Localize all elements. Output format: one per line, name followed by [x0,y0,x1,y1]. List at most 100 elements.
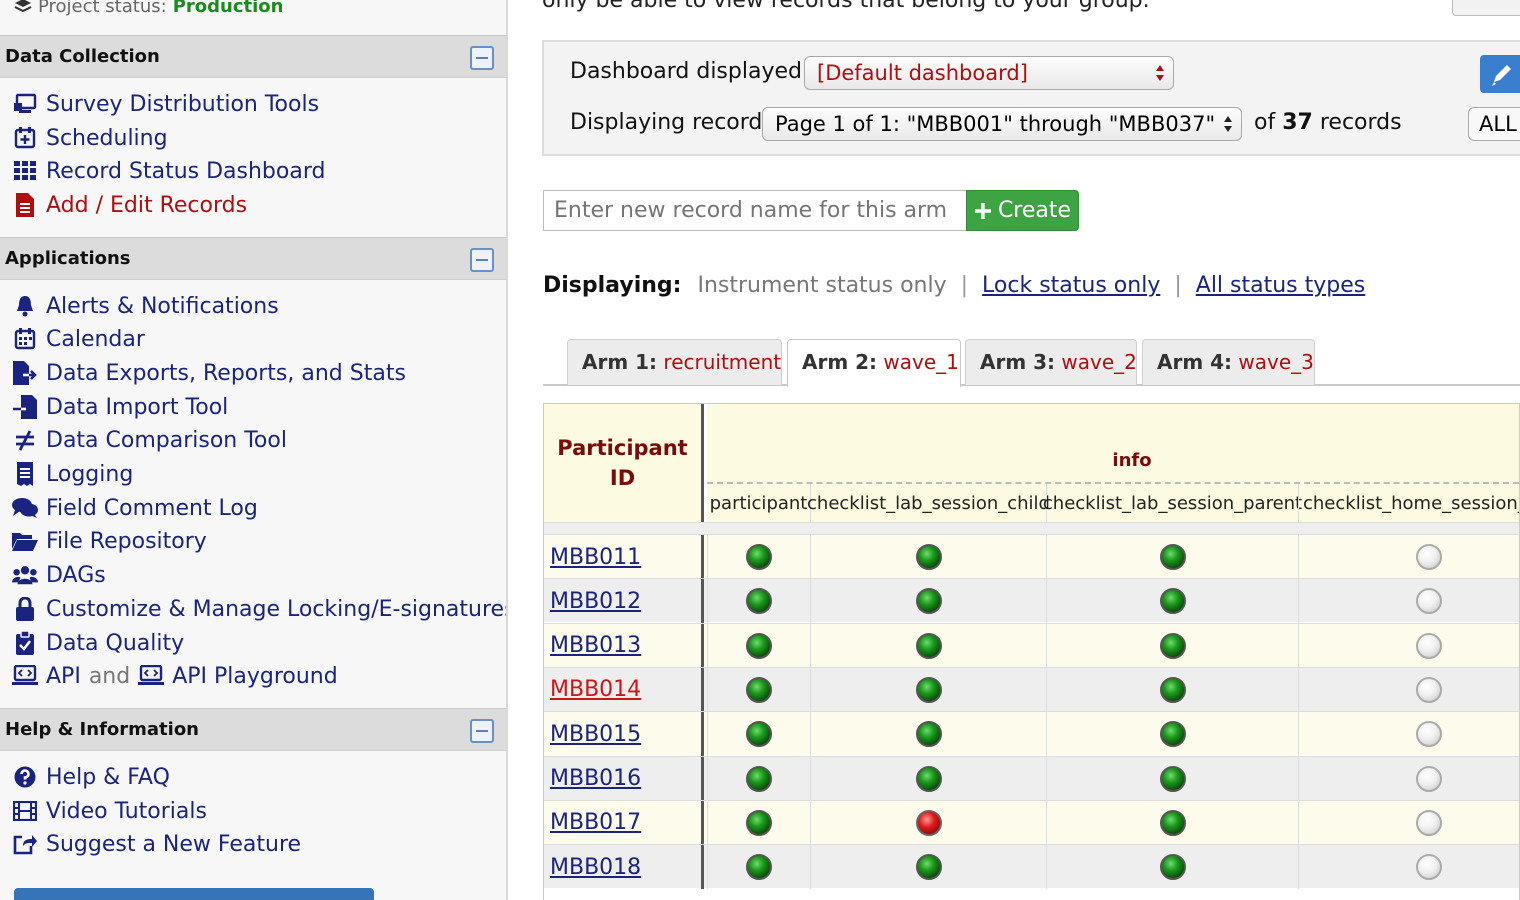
collapse-icon[interactable] [470,719,494,743]
status-green-icon[interactable] [746,544,772,570]
collapse-icon[interactable] [470,46,494,70]
record-id-link[interactable]: MBB012 [544,579,704,624]
status-green-icon[interactable] [1159,632,1186,659]
status-green-icon[interactable] [1159,854,1186,881]
nav-help-faq[interactable]: Help & FAQ [12,762,170,792]
nav-video-tutorials[interactable]: Video Tutorials [12,796,207,826]
nav-locking-esignatures[interactable]: Customize & Manage Locking/E-signatures [12,594,506,624]
participant-id-header[interactable]: Participant ID [544,404,704,522]
tab-arm-4[interactable]: Arm 4: wave_3 [1142,339,1315,385]
status-green-icon[interactable] [1159,588,1186,615]
status-cell[interactable] [810,756,1046,801]
nav-record-status-dashboard[interactable]: Record Status Dashboard [12,156,325,186]
status-green-icon[interactable] [915,765,942,792]
status-cell[interactable] [1298,535,1519,579]
edit-dashboard-button[interactable] [1480,55,1520,93]
status-green-icon[interactable] [746,588,772,615]
dashboard-select[interactable]: [Default dashboard] [804,56,1174,90]
status-green-icon[interactable] [1159,765,1186,792]
nav-alerts-notifications[interactable]: Alerts & Notifications [12,291,279,321]
nav-calendar[interactable]: Calendar [12,324,145,354]
status-cell[interactable] [707,623,810,668]
status-gray-icon[interactable] [1415,765,1442,792]
status-green-icon[interactable] [915,544,942,570]
nav-data-exports[interactable]: Data Exports, Reports, and Stats [12,358,406,388]
status-cell[interactable] [1046,756,1298,801]
status-cell[interactable] [1046,800,1298,845]
nav-data-comparison[interactable]: Data Comparison Tool [12,425,287,455]
nav-add-edit-records[interactable]: Add / Edit Records [12,190,247,220]
column-header-participant[interactable]: participant [707,484,810,522]
nav-scheduling[interactable]: Scheduling [12,123,168,153]
nav-data-quality[interactable]: Data Quality [12,628,184,658]
nav-survey-distribution-tools[interactable]: Survey Distribution Tools [12,89,319,119]
status-cell[interactable] [1046,623,1298,668]
status-green-icon[interactable] [746,721,772,748]
record-id-link[interactable]: MBB014 [544,667,704,712]
status-green-icon[interactable] [746,632,772,659]
tab-arm-3[interactable]: Arm 3: wave_2 [965,339,1137,385]
status-cell[interactable] [810,712,1046,757]
nav-api[interactable]: API [46,664,81,689]
status-green-icon[interactable] [915,632,942,659]
option-all-status-link[interactable]: All status types [1196,273,1365,298]
status-green-icon[interactable] [915,588,942,615]
column-header-home[interactable]: checklist_home_session_cl [1298,484,1519,522]
record-id-link[interactable]: MBB011 [544,535,704,579]
status-cell[interactable] [810,579,1046,624]
top-right-button[interactable] [1452,0,1520,16]
option-lock-status-link[interactable]: Lock status only [982,273,1160,298]
status-gray-icon[interactable] [1415,676,1442,703]
all-records-button[interactable]: ALL [1468,107,1520,141]
status-green-icon[interactable] [1159,809,1186,836]
status-green-icon[interactable] [746,854,772,881]
status-cell[interactable] [707,579,810,624]
status-green-icon[interactable] [1159,721,1186,748]
nav-suggest-feature[interactable]: Suggest a New Feature [12,829,301,859]
new-record-input[interactable] [543,190,967,231]
record-id-link[interactable]: MBB018 [544,845,704,890]
status-cell[interactable] [1298,579,1519,624]
status-green-icon[interactable] [1159,676,1186,703]
status-cell[interactable] [1298,845,1519,890]
record-id-link[interactable]: MBB016 [544,756,704,801]
status-cell[interactable] [707,712,810,757]
sidebar-bottom-button[interactable] [14,888,374,900]
status-cell[interactable] [810,800,1046,845]
status-cell[interactable] [810,845,1046,890]
status-green-icon[interactable] [915,676,942,703]
tab-arm-2[interactable]: Arm 2: wave_1 [787,339,961,387]
status-cell[interactable] [707,667,810,712]
status-cell[interactable] [810,667,1046,712]
status-cell[interactable] [707,845,810,890]
status-cell[interactable] [1298,756,1519,801]
nav-field-comment-log[interactable]: Field Comment Log [12,493,258,523]
status-gray-icon[interactable] [1415,632,1442,659]
create-record-button[interactable]: Create [966,190,1079,231]
status-red-icon[interactable] [915,809,942,836]
nav-data-import[interactable]: Data Import Tool [12,392,228,422]
status-gray-icon[interactable] [1415,721,1442,748]
status-cell[interactable] [810,535,1046,579]
collapse-icon[interactable] [470,248,494,272]
status-green-icon[interactable] [1159,544,1186,570]
column-header-lab-parent[interactable]: checklist_lab_session_parent [1043,484,1302,522]
status-cell[interactable] [1298,623,1519,668]
status-cell[interactable] [1046,845,1298,890]
status-cell[interactable] [1046,667,1298,712]
status-cell[interactable] [1298,800,1519,845]
status-gray-icon[interactable] [1415,544,1442,570]
nav-dags[interactable]: DAGs [12,560,106,590]
status-cell[interactable] [1298,712,1519,757]
status-gray-icon[interactable] [1415,588,1442,615]
status-gray-icon[interactable] [1415,809,1442,836]
record-id-link[interactable]: MBB017 [544,800,704,845]
record-id-link[interactable]: MBB013 [544,623,704,668]
nav-api-playground[interactable]: API Playground [172,664,338,689]
status-cell[interactable] [707,800,810,845]
page-select[interactable]: Page 1 of 1: "MBB001" through "MBB037" [762,107,1242,141]
record-id-link[interactable]: MBB015 [544,712,704,757]
status-green-icon[interactable] [746,676,772,703]
column-header-lab-child[interactable]: checklist_lab_session_child [807,484,1050,522]
nav-file-repository[interactable]: File Repository [12,526,207,556]
